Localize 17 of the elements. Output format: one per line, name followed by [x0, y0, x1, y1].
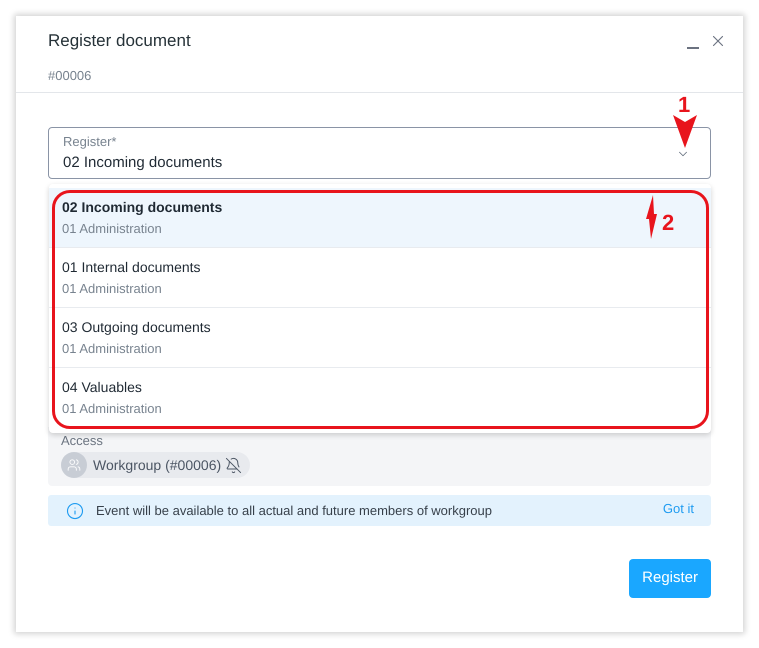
users-icon	[61, 452, 87, 478]
annotation-number: 2	[662, 212, 674, 234]
dialog-title: Register document	[48, 31, 191, 51]
dropdown-option[interactable]: 04 Valuables 01 Administration	[49, 368, 711, 428]
info-icon	[66, 502, 84, 520]
bell-off-icon[interactable]	[225, 456, 242, 474]
dropdown-option[interactable]: 03 Outgoing documents 01 Administration	[49, 308, 711, 368]
dropdown-option[interactable]: 01 Internal documents 01 Administration	[49, 248, 711, 308]
chip-label: Workgroup (#00006)	[93, 456, 222, 474]
info-text: Event will be available to all actual and future members of workgroup	[96, 502, 492, 518]
annotation-number: 1	[678, 94, 690, 116]
annotation-arrow	[646, 195, 657, 239]
register-select[interactable]: Register* 02 Incoming documents	[48, 127, 711, 179]
minimize-icon	[687, 47, 699, 49]
document-number: #00006	[48, 68, 92, 84]
annotation-arrow	[673, 115, 697, 148]
section-label: Access	[61, 433, 103, 449]
